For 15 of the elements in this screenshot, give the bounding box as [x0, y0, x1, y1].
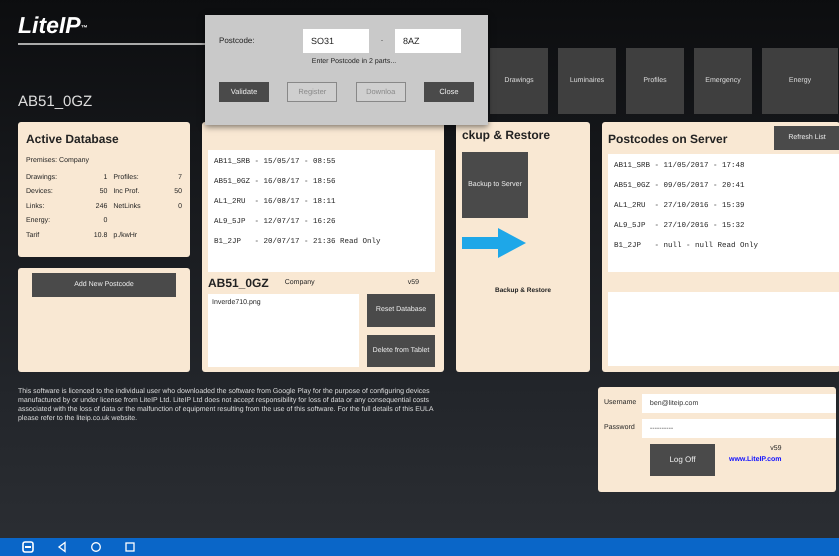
postcode-label: Postcode:: [219, 35, 256, 47]
panel-title: Postcodes on Server: [608, 131, 728, 148]
app-icon[interactable]: [22, 541, 34, 553]
log-off-button[interactable]: Log Off: [650, 444, 715, 476]
recent-apps-icon[interactable]: [124, 541, 136, 553]
postcode-part-field[interactable]: 8AZ: [395, 29, 461, 53]
back-icon[interactable]: [56, 541, 68, 553]
logo: LiteIP$^{™}$: [18, 14, 88, 37]
home-icon[interactable]: [90, 541, 102, 553]
arrow-right-icon: [462, 228, 526, 258]
panel-title: Active Database: [26, 131, 120, 148]
postcode-heading: AB51_0GZ: [18, 92, 92, 112]
selected-postcode: AB51_0GZ: [208, 275, 269, 292]
postcode-part-field[interactable]: SO31: [303, 29, 369, 53]
panel-title: ckup & Restore: [462, 127, 550, 144]
